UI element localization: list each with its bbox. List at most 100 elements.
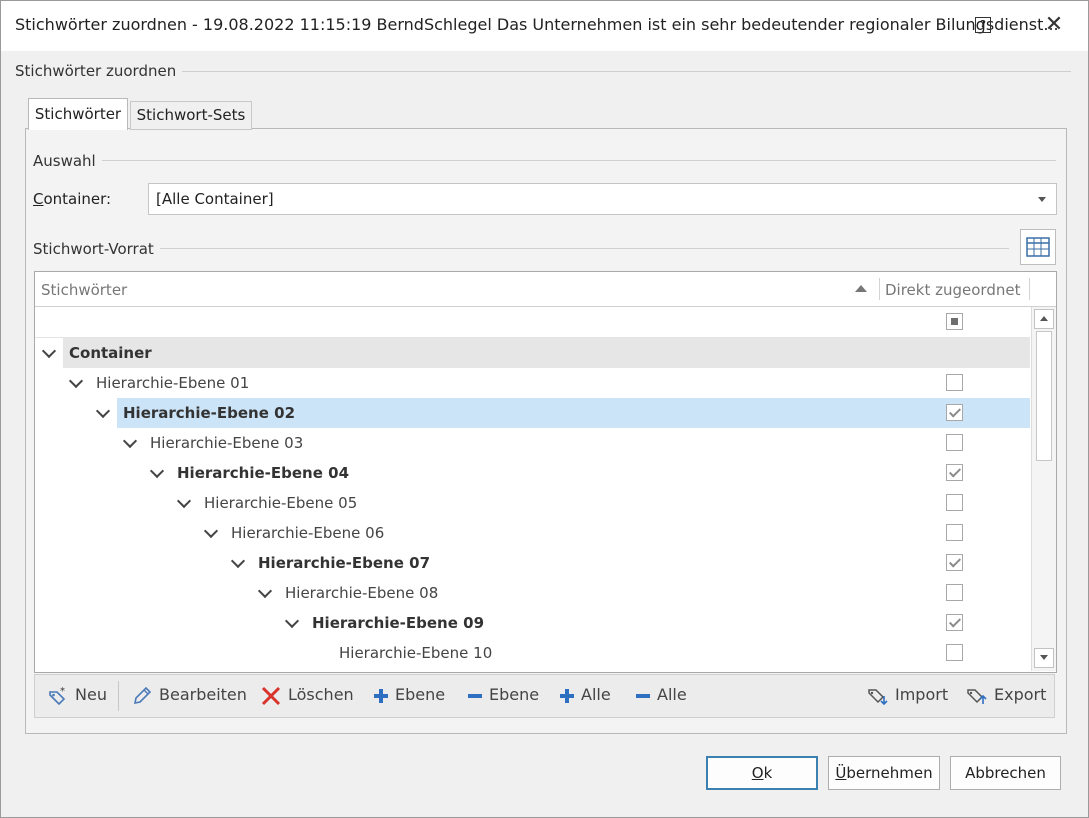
tree-row-label: Hierarchie-Ebene 05 <box>204 494 358 512</box>
title-bar: Stichwörter zuordnen - 19.08.2022 11:15:… <box>1 1 1088 51</box>
auswahl-divider <box>100 160 1056 161</box>
assigned-checkbox[interactable] <box>946 464 963 481</box>
cancel-button[interactable]: Abbrechen <box>950 756 1061 790</box>
chevron-down-icon[interactable] <box>41 343 57 359</box>
assigned-checkbox[interactable] <box>946 644 963 661</box>
assigned-checkbox[interactable] <box>946 614 963 631</box>
tree-row[interactable]: Hierarchie-Ebene 02 <box>35 398 1030 428</box>
tree-row[interactable]: Hierarchie-Ebene 07 <box>35 548 1030 578</box>
tree-row-label: Hierarchie-Ebene 09 <box>312 614 485 632</box>
container-label: Container: <box>33 190 111 208</box>
minus-icon <box>468 693 482 698</box>
scroll-up-button[interactable] <box>1034 309 1054 329</box>
column-separator <box>879 278 880 300</box>
tree-row-label: Hierarchie-Ebene 03 <box>150 434 304 452</box>
plus-icon <box>560 688 574 703</box>
tree-row[interactable]: Hierarchie-Ebene 06 <box>35 518 1030 548</box>
apply-accesskey: Ü <box>835 764 847 782</box>
sort-ascending-icon <box>855 285 867 292</box>
add-all-label: Alle <box>581 685 611 704</box>
new-button[interactable]: * Neu <box>47 685 107 706</box>
keyword-tree[interactable]: Stichwörter Direkt zugeordnet Container H… <box>34 271 1057 673</box>
import-button[interactable]: Import <box>867 685 948 706</box>
column-chooser-button[interactable] <box>1020 229 1056 265</box>
remove-all-button[interactable]: Alle <box>635 685 687 704</box>
assigned-checkbox[interactable] <box>946 374 963 391</box>
chevron-down-icon[interactable] <box>122 433 138 449</box>
pencil-icon <box>133 686 152 704</box>
tree-row[interactable]: Hierarchie-Ebene 10 <box>35 638 1030 668</box>
chevron-down-icon[interactable] <box>257 583 273 599</box>
chevron-down-icon[interactable] <box>203 523 219 539</box>
minus-icon <box>636 693 650 698</box>
new-tag-icon: * <box>49 686 66 705</box>
column-separator <box>1029 278 1030 300</box>
import-label: Import <box>895 685 949 704</box>
assigned-checkbox[interactable] <box>946 524 963 541</box>
tree-row-label: Hierarchie-Ebene 02 <box>123 404 296 422</box>
vorrat-title: Stichwort-Vorrat <box>33 240 160 258</box>
delete-x-icon <box>261 686 281 705</box>
vertical-scrollbar[interactable] <box>1031 307 1056 671</box>
ok-label: k <box>763 764 773 782</box>
remove-level-button[interactable]: Ebene <box>467 685 539 704</box>
delete-button[interactable]: Löschen <box>260 685 354 706</box>
assigned-checkbox[interactable] <box>946 494 963 511</box>
container-select-value: [Alle Container] <box>156 190 274 208</box>
tree-row-label: Hierarchie-Ebene 04 <box>177 464 350 482</box>
container-label-accesskey: C <box>33 190 44 208</box>
tab-stichwoerter[interactable]: Stichwörter <box>28 98 128 130</box>
new-label: Neu <box>75 685 107 704</box>
assigned-checkbox[interactable] <box>946 404 963 421</box>
chevron-down-icon[interactable] <box>230 553 246 569</box>
auswahl-title: Auswahl <box>33 152 102 170</box>
close-button[interactable]: ✕ <box>1042 11 1066 39</box>
add-level-label: Ebene <box>395 685 446 704</box>
help-button[interactable]: ? <box>975 17 991 33</box>
group-row-background <box>63 338 1030 368</box>
chevron-down-icon <box>1038 197 1046 202</box>
edit-button[interactable]: Bearbeiten <box>131 685 247 706</box>
scroll-thumb[interactable] <box>1036 331 1052 461</box>
tree-row[interactable]: Hierarchie-Ebene 03 <box>35 428 1030 458</box>
assigned-checkbox[interactable] <box>946 554 963 571</box>
tree-row[interactable]: Hierarchie-Ebene 05 <box>35 488 1030 518</box>
apply-label: bernehmen <box>846 764 933 782</box>
chevron-down-icon[interactable] <box>149 463 165 479</box>
chevron-down-icon[interactable] <box>68 373 84 389</box>
add-level-button[interactable]: Ebene <box>373 685 445 704</box>
tree-row[interactable]: Hierarchie-Ebene 08 <box>35 578 1030 608</box>
chevron-down-icon[interactable] <box>284 613 300 629</box>
tree-row[interactable]: Container <box>35 338 1030 368</box>
delete-label: Löschen <box>288 685 354 704</box>
tree-header: Stichwörter Direkt zugeordnet <box>35 272 1056 307</box>
plus-icon <box>374 688 388 703</box>
assigned-checkbox[interactable] <box>946 434 963 451</box>
tree-row[interactable]: Hierarchie-Ebene 01 <box>35 368 1030 398</box>
tree-row[interactable]: Hierarchie-Ebene 04 <box>35 458 1030 488</box>
tree-row-label: Hierarchie-Ebene 06 <box>231 524 385 542</box>
assigned-checkbox[interactable] <box>946 584 963 601</box>
toolbar-separator <box>118 681 119 711</box>
chevron-down-icon[interactable] <box>176 493 192 509</box>
group-divider <box>176 71 1071 72</box>
container-select[interactable]: [Alle Container] <box>148 183 1057 215</box>
add-all-button[interactable]: Alle <box>559 685 611 704</box>
filter-row <box>35 307 1030 338</box>
column-header-assigned[interactable]: Direkt zugeordnet <box>885 281 1020 299</box>
tree-row-label: Hierarchie-Ebene 07 <box>258 554 431 572</box>
apply-button[interactable]: Übernehmen <box>828 756 940 790</box>
tree-row-label: Hierarchie-Ebene 01 <box>96 374 250 392</box>
ok-button[interactable]: Ok <box>706 756 818 790</box>
remove-level-label: Ebene <box>489 685 540 704</box>
tree-row[interactable]: Hierarchie-Ebene 09 <box>35 608 1030 638</box>
table-grid-icon <box>1026 237 1050 257</box>
export-button[interactable]: Export <box>966 685 1046 706</box>
column-header-keywords[interactable]: Stichwörter <box>41 281 127 299</box>
chevron-down-icon[interactable] <box>95 403 111 419</box>
svg-text:*: * <box>60 686 65 697</box>
tab-stichwort-sets[interactable]: Stichwort-Sets <box>130 101 252 130</box>
tree-row-label: Hierarchie-Ebene 10 <box>339 644 493 662</box>
filter-checkbox[interactable] <box>946 313 963 330</box>
scroll-down-button[interactable] <box>1034 648 1054 668</box>
